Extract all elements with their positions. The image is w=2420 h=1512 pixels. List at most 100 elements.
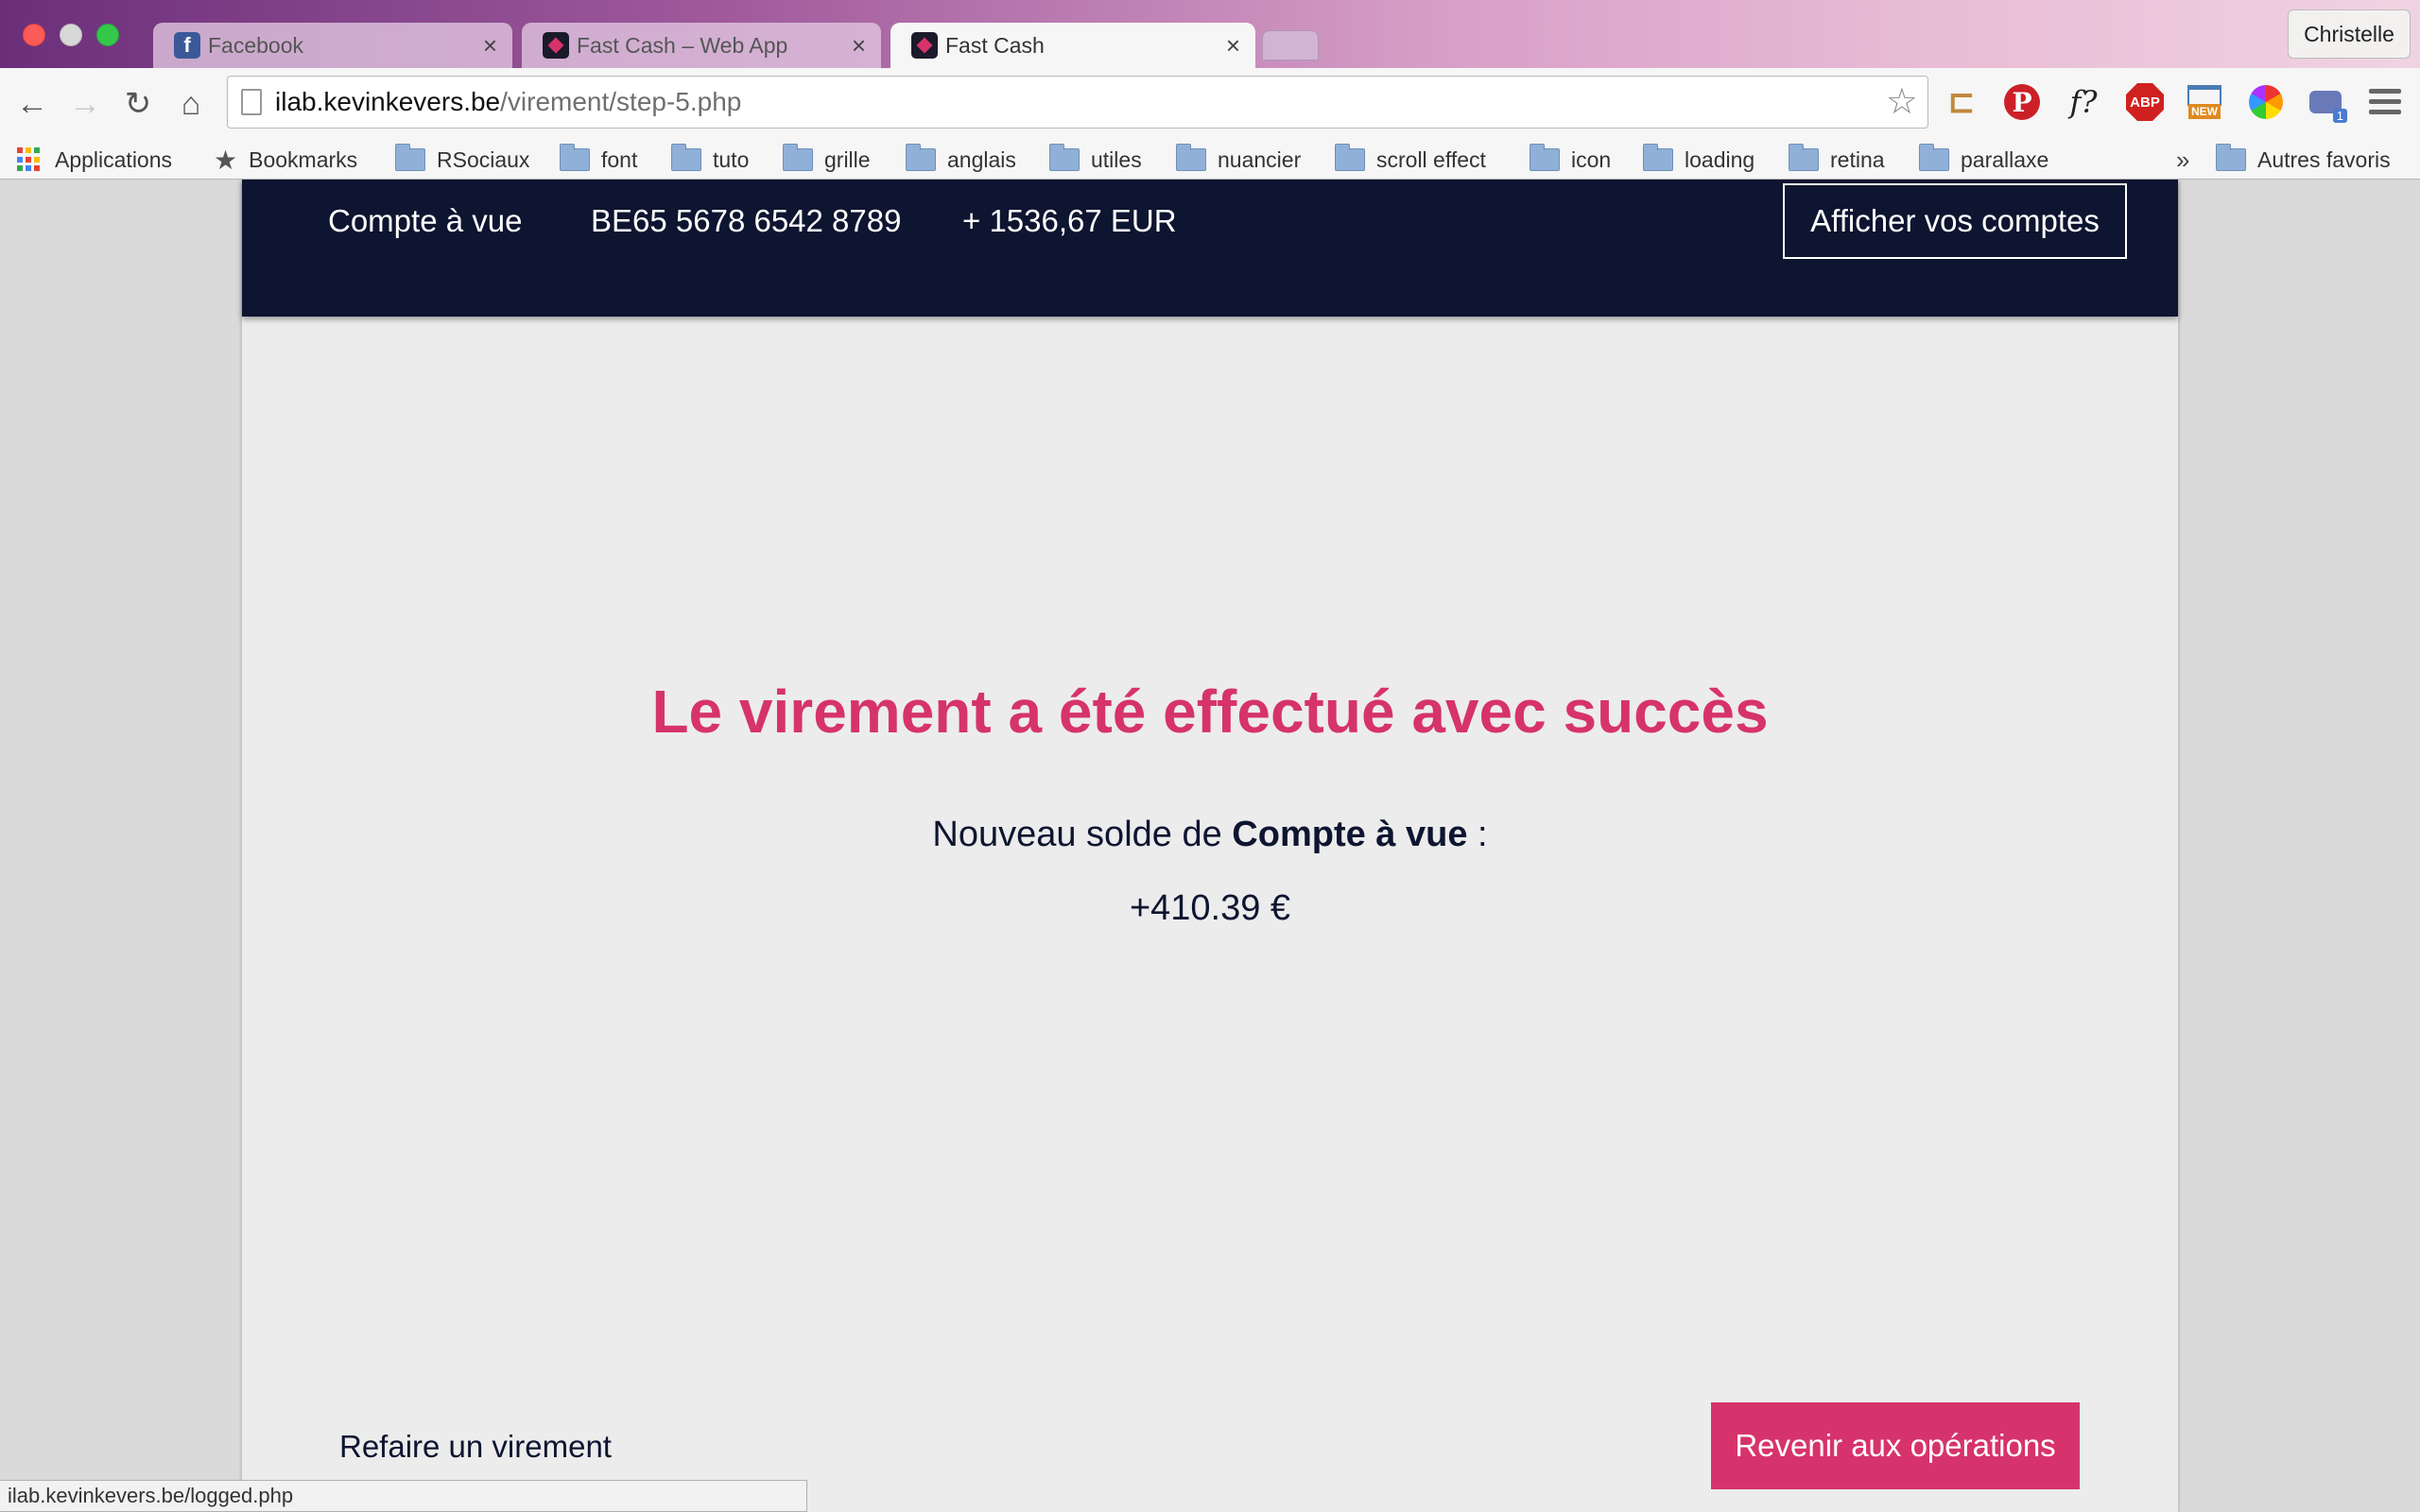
folder-icon [395, 144, 425, 171]
bookmark-label: icon [1571, 146, 1612, 172]
folder-icon [671, 144, 701, 171]
profile-button[interactable]: Christelle [2288, 9, 2411, 59]
show-accounts-button[interactable]: Afficher vos comptes [1783, 183, 2127, 259]
bookmark-bookmarks[interactable]: ★ Bookmarks [214, 140, 357, 180]
bookmark-star-icon[interactable]: ☆ [1886, 84, 1918, 120]
tab-label: Fast Cash [945, 32, 1045, 58]
close-tab-icon[interactable]: × [852, 31, 866, 60]
bookmark-label: Applications [55, 146, 173, 172]
bookmark-label: tuto [713, 146, 750, 172]
minimize-window-button[interactable] [60, 24, 82, 46]
forward-arrow-icon[interactable]: → [66, 85, 104, 123]
bookmark-label: Autres favoris [2257, 146, 2391, 172]
tab-label: Fast Cash – Web App [577, 32, 788, 58]
window-icon [2187, 85, 2221, 106]
account-header: Compte à vue BE65 5678 6542 8789 + 1536,… [242, 180, 2178, 317]
notification-count: 1 [2332, 109, 2347, 123]
balance-account-name: Compte à vue [1232, 815, 1468, 854]
tab-label: Facebook [208, 32, 304, 58]
bookmark-folder-nuancier[interactable]: nuancier [1176, 140, 1301, 180]
chat-extension-icon[interactable]: 1 [2305, 81, 2347, 123]
new-badge: NEW [2188, 104, 2221, 119]
whatfont-icon[interactable]: f? [2063, 81, 2104, 123]
redo-transfer-link[interactable]: Refaire un virement [339, 1429, 612, 1465]
bookmark-label: anglais [947, 146, 1016, 172]
hamburger-menu-icon[interactable] [2369, 89, 2401, 120]
star-icon: ★ [214, 145, 238, 175]
folder-icon [1530, 144, 1560, 171]
bookmarks-bar: Applications ★ Bookmarks RSociaux font t… [0, 140, 2420, 180]
bookmark-folder-tuto[interactable]: tuto [671, 140, 749, 180]
bookmark-applications[interactable]: Applications [17, 140, 172, 180]
back-to-operations-button[interactable]: Revenir aux opérations [1711, 1402, 2080, 1489]
bookmark-folder-rsociaux[interactable]: RSociaux [395, 140, 529, 180]
home-icon[interactable]: ⌂ [172, 85, 210, 123]
bookmark-folder-scroll-effect[interactable]: scroll effect [1335, 140, 1486, 180]
bookmark-folder-utiles[interactable]: utiles [1049, 140, 1142, 180]
color-picker-icon[interactable] [2245, 81, 2287, 123]
adblock-label: ABP [2126, 83, 2164, 121]
close-tab-icon[interactable]: × [483, 31, 497, 60]
window-resizer-icon[interactable]: NEW [2184, 81, 2225, 123]
zoom-window-button[interactable] [96, 24, 119, 46]
bookmark-label: utiles [1091, 146, 1142, 172]
tab-facebook[interactable]: f Facebook × [153, 23, 512, 68]
apps-grid-icon [17, 147, 42, 172]
bookmark-label: font [601, 146, 638, 172]
folder-icon [1643, 144, 1673, 171]
bookmark-folder-parallaxe[interactable]: parallaxe [1919, 140, 2048, 180]
bookmark-folder-anglais[interactable]: anglais [906, 140, 1016, 180]
success-title: Le virement a été effectué avec succès [651, 678, 1769, 746]
bookmarks-overflow-chevron-icon[interactable]: » [2176, 140, 2189, 180]
account-balance: + 1536,67 EUR [962, 203, 1177, 238]
bookmark-folder-retina[interactable]: retina [1789, 140, 1885, 180]
bookmark-label: nuancier [1218, 146, 1302, 172]
close-window-button[interactable] [23, 24, 45, 46]
browser-toolbar: ← → ↻ ⌂ ilab.kevinkevers.be/virement/ste… [0, 68, 2420, 140]
bookmark-label: grille [824, 146, 871, 172]
tab-fast-cash-web-app[interactable]: Fast Cash – Web App × [522, 23, 881, 68]
bookmark-label: retina [1830, 146, 1885, 172]
facebook-icon: f [174, 32, 200, 59]
sheriff-extension-icon[interactable]: ⊏ [1941, 81, 1982, 123]
folder-icon [1789, 144, 1819, 171]
close-tab-icon[interactable]: × [1226, 31, 1240, 60]
folder-icon [560, 144, 590, 171]
new-balance-value: +410.39 € [1129, 888, 1291, 928]
pinterest-icon[interactable]: P [2001, 81, 2043, 123]
folder-icon [906, 144, 936, 171]
page-viewport: Compte à vue BE65 5678 6542 8789 + 1536,… [0, 180, 2420, 1512]
url-host: ilab.kevinkevers.be [275, 87, 501, 116]
reload-icon[interactable]: ↻ [119, 85, 157, 123]
bookmark-folder-font[interactable]: font [560, 140, 637, 180]
folder-icon [2216, 144, 2246, 171]
address-bar[interactable]: ilab.kevinkevers.be/virement/step-5.php … [227, 76, 1928, 129]
bookmark-folder-grille[interactable]: grille [783, 140, 871, 180]
folder-icon [1049, 144, 1080, 171]
page-icon [241, 89, 262, 115]
new-balance-label: Nouveau solde de Compte à vue : [242, 815, 2178, 855]
adblock-plus-icon[interactable]: ABP [2124, 81, 2166, 123]
bookmark-folder-icon[interactable]: icon [1530, 140, 1611, 180]
balance-suffix: : [1467, 815, 1488, 854]
fast-cash-app: Compte à vue BE65 5678 6542 8789 + 1536,… [242, 180, 2178, 1512]
tab-fast-cash[interactable]: Fast Cash × [890, 23, 1255, 68]
bookmark-label: Bookmarks [249, 146, 358, 172]
fastcash-icon [911, 32, 938, 59]
back-arrow-icon[interactable]: ← [13, 85, 51, 123]
bookmark-label: loading [1685, 146, 1755, 172]
balance-prefix: Nouveau solde de [932, 815, 1222, 854]
window-titlebar: f Facebook × Fast Cash – Web App × Fast … [0, 0, 2420, 68]
bookmark-label: parallaxe [1961, 146, 2049, 172]
folder-icon [783, 144, 813, 171]
bookmark-label: RSociaux [437, 146, 530, 172]
status-bar-url: ilab.kevinkevers.be/logged.php [0, 1480, 807, 1512]
folder-icon [1335, 144, 1365, 171]
fastcash-icon [543, 32, 569, 59]
bookmark-label: scroll effect [1376, 146, 1486, 172]
bookmark-folder-loading[interactable]: loading [1643, 140, 1754, 180]
url-path: /virement/step-5.php [500, 87, 742, 116]
bookmark-folder-other[interactable]: Autres favoris [2216, 140, 2391, 180]
new-tab-button[interactable] [1262, 30, 1319, 60]
account-iban: BE65 5678 6542 8789 [591, 203, 902, 238]
